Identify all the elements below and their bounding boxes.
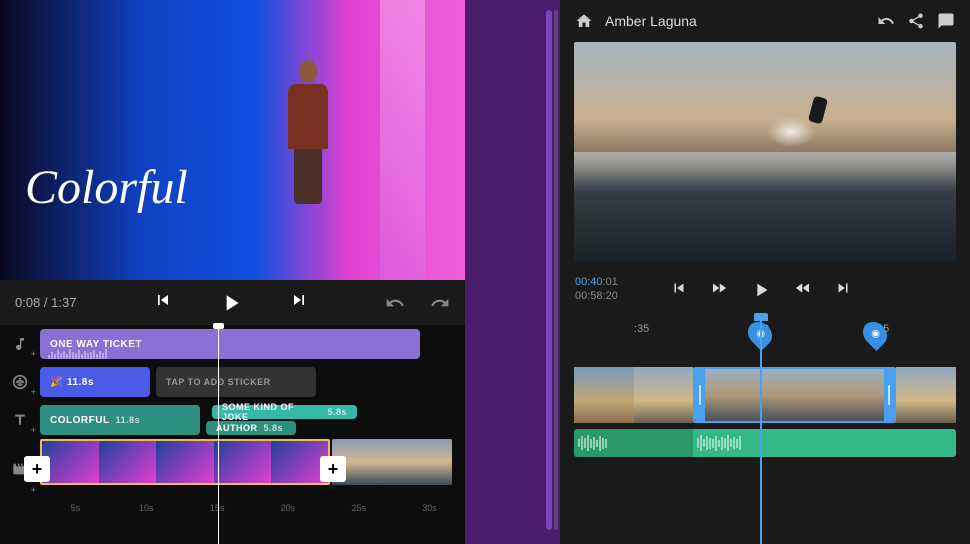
- text-clip-duration: 5.8s: [264, 423, 284, 433]
- video-preview[interactable]: Colorful: [0, 0, 465, 280]
- add-clip-button[interactable]: +: [320, 456, 346, 482]
- undo-icon[interactable]: [877, 12, 895, 30]
- playhead[interactable]: [218, 325, 219, 544]
- video-preview[interactable]: [574, 42, 956, 262]
- video-editor-left: Colorful 0:08 / 1:37 + + + + ONE WAY TIC…: [0, 0, 465, 544]
- chat-icon[interactable]: [937, 12, 955, 30]
- sticker-clip[interactable]: 🎉 11.8s: [40, 367, 150, 397]
- time-indicator: 00:40:01 00:58:20: [575, 276, 618, 302]
- ruler-tick: :35: [634, 323, 649, 335]
- text-clip-joke[interactable]: SOME KIND OF JOKE 5.8s: [212, 405, 357, 419]
- sticker-duration: 11.8s: [67, 377, 94, 388]
- timeline-ruler: 5s 10s 15s 20s 25s 30s: [40, 499, 465, 517]
- ruler-tick: 30s: [394, 503, 465, 513]
- ruler-tick: 25s: [323, 503, 394, 513]
- ruler-tick: 10s: [111, 503, 182, 513]
- text-clip-label: COLORFUL: [50, 415, 110, 426]
- ruler-tick: 5s: [40, 503, 111, 513]
- frame-back-icon[interactable]: [710, 279, 728, 297]
- video-editor-right: Amber Laguna 00:40:01 00:58:20 :35 :40 :…: [560, 0, 970, 544]
- topbar: Amber Laguna: [560, 0, 970, 42]
- sticker-track-icon[interactable]: +: [0, 363, 40, 401]
- ruler-tick: 20s: [252, 503, 323, 513]
- play-icon[interactable]: [750, 279, 772, 301]
- video-clip[interactable]: [574, 367, 693, 423]
- next-icon[interactable]: [289, 290, 309, 310]
- skip-forward-icon[interactable]: [834, 279, 852, 297]
- audio-track[interactable]: [574, 429, 956, 457]
- undo-icon[interactable]: [385, 293, 405, 313]
- time-indicator: 0:08 / 1:37: [15, 295, 76, 310]
- time-current: 00:40: [575, 276, 603, 288]
- prev-icon[interactable]: [153, 290, 173, 310]
- frame-forward-icon[interactable]: [794, 279, 812, 297]
- text-clip-label: SOME KIND OF JOKE: [222, 402, 321, 422]
- playhead[interactable]: [760, 317, 762, 544]
- video-clip[interactable]: [332, 439, 452, 485]
- video-clip-selected[interactable]: [693, 367, 896, 423]
- project-title: Amber Laguna: [605, 13, 697, 29]
- text-clip-duration: 11.8s: [116, 415, 141, 425]
- add-sticker-placeholder[interactable]: TAP TO ADD STICKER: [156, 367, 316, 397]
- share-icon[interactable]: [907, 12, 925, 30]
- add-clip-button[interactable]: +: [24, 456, 50, 482]
- music-track-icon[interactable]: +: [0, 325, 40, 363]
- preview-subject: [280, 60, 335, 200]
- timeline[interactable]: [574, 341, 956, 544]
- skip-back-icon[interactable]: [670, 279, 688, 297]
- audio-clip[interactable]: ONE WAY TICKET: [40, 329, 420, 359]
- text-clip-author[interactable]: AUTHOR 5.8s: [206, 421, 296, 435]
- playback-controls: 0:08 / 1:37: [0, 280, 465, 325]
- title-overlay: Colorful: [25, 160, 188, 215]
- text-track-icon[interactable]: +: [0, 401, 40, 439]
- play-icon[interactable]: [218, 290, 244, 316]
- gutter: [465, 0, 560, 544]
- trim-handle-right[interactable]: [884, 369, 894, 421]
- preview-subject: [811, 97, 846, 137]
- timeline[interactable]: + + + + ONE WAY TICKET 🎉 11.8s TAP TO ADD…: [0, 325, 465, 544]
- video-clip[interactable]: [896, 367, 956, 423]
- playback-controls: 00:40:01 00:58:20: [560, 262, 970, 317]
- trim-handle-left[interactable]: [695, 369, 705, 421]
- video-clip-selected[interactable]: 35.8s: [40, 439, 330, 485]
- text-clip-colorful[interactable]: COLORFUL 11.8s: [40, 405, 200, 435]
- party-icon: 🎉: [50, 377, 63, 388]
- redo-icon[interactable]: [430, 293, 450, 313]
- text-clip-label: AUTHOR: [216, 423, 258, 433]
- text-clip-duration: 5.8s: [327, 407, 347, 417]
- home-icon[interactable]: [575, 12, 593, 30]
